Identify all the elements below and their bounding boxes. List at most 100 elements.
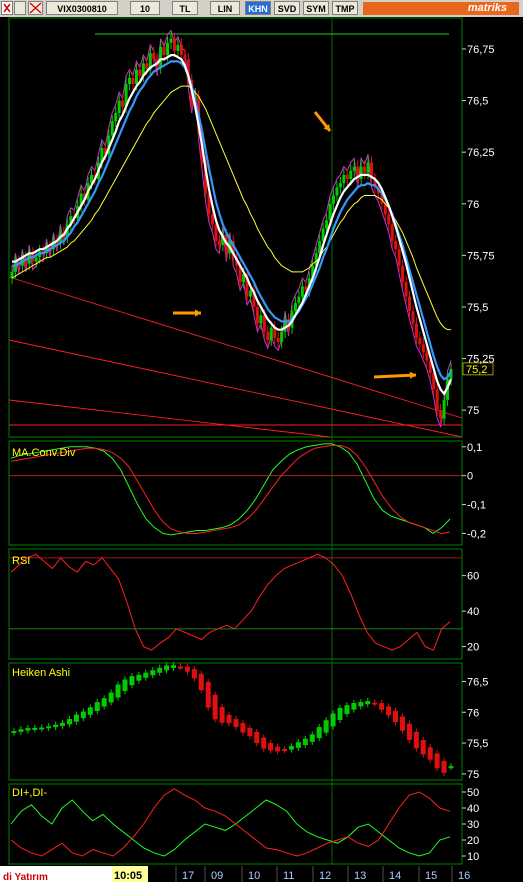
price-axis-tick-label: 76,5 bbox=[467, 96, 488, 108]
price-axis-tick-label: 75,25 bbox=[467, 354, 495, 366]
candle bbox=[266, 331, 270, 340]
ha-candle bbox=[288, 746, 294, 750]
candle bbox=[425, 352, 429, 361]
candle bbox=[390, 224, 394, 241]
price-axis-tick-label: 76,25 bbox=[467, 147, 495, 159]
candle bbox=[162, 46, 166, 56]
ha-candle bbox=[413, 731, 419, 749]
candle bbox=[342, 174, 346, 184]
ha-candle bbox=[372, 702, 378, 705]
ha-candle bbox=[101, 698, 107, 707]
macd-axis-tick-label: -0,2 bbox=[467, 528, 486, 540]
candle bbox=[259, 315, 263, 324]
candle bbox=[338, 183, 342, 188]
candle bbox=[418, 337, 422, 345]
ha-candle bbox=[309, 734, 315, 742]
x-tick-label: 17 bbox=[182, 870, 194, 882]
ha-candle bbox=[11, 731, 17, 734]
candle bbox=[280, 331, 284, 343]
candle bbox=[138, 69, 142, 76]
candle bbox=[183, 55, 187, 60]
macd-title: MA.Conv.Div bbox=[12, 447, 76, 459]
candle bbox=[401, 265, 405, 283]
candle bbox=[121, 100, 125, 107]
candle bbox=[262, 315, 266, 332]
candle bbox=[352, 166, 356, 171]
ha-candle bbox=[136, 674, 142, 681]
ha-candle bbox=[108, 692, 114, 703]
chart-canvas[interactable]: 75,2 76,75 76,5 76,25 76 75,75 75,5 75,25 75 0,1 0… bbox=[0, 0, 523, 882]
ha-candle bbox=[302, 738, 308, 745]
candle bbox=[328, 203, 332, 221]
ha-candle bbox=[365, 701, 371, 705]
ha-candle bbox=[268, 743, 274, 751]
time-label: 10:05 bbox=[114, 870, 142, 882]
candle bbox=[169, 38, 173, 43]
price-axis-tick-label: 76 bbox=[467, 199, 479, 211]
ha-candle bbox=[427, 747, 433, 760]
ha-candle bbox=[18, 729, 24, 732]
candle bbox=[359, 166, 363, 179]
ha-candle bbox=[73, 714, 79, 722]
ha-candle bbox=[143, 672, 149, 678]
price-axis-tick-label: 75 bbox=[467, 405, 479, 417]
candle bbox=[255, 306, 259, 324]
candle bbox=[172, 38, 176, 52]
ha-candle bbox=[330, 713, 336, 727]
ha-candle bbox=[316, 727, 322, 739]
rsi-axis-tick-label: 40 bbox=[467, 606, 479, 618]
ha-candle bbox=[247, 727, 253, 737]
x-tick-label: 10 bbox=[248, 870, 260, 882]
ha-axis-tick-label: 76,5 bbox=[467, 676, 488, 688]
candle bbox=[176, 44, 180, 52]
rsi-title: RSI bbox=[12, 555, 30, 567]
ha-candle bbox=[115, 684, 121, 698]
candle bbox=[128, 77, 132, 85]
footer-text: di Yatırım bbox=[3, 872, 48, 882]
x-tick-label: 13 bbox=[354, 870, 366, 882]
ha-candle bbox=[448, 766, 454, 769]
ha-candle bbox=[46, 726, 52, 729]
dmi-axis-tick-label: 10 bbox=[467, 851, 479, 863]
ha-candle bbox=[233, 719, 239, 728]
candle bbox=[145, 63, 149, 70]
candle bbox=[134, 69, 138, 85]
candle bbox=[387, 214, 391, 225]
x-tick-label: 14 bbox=[389, 870, 401, 882]
candle bbox=[159, 46, 163, 68]
x-tick-label: 15 bbox=[425, 870, 437, 882]
x-tick-label: 16 bbox=[458, 870, 470, 882]
ha-candle bbox=[393, 710, 399, 723]
price-axis-tick-label: 76,75 bbox=[467, 44, 495, 56]
ha-axis-tick-label: 75 bbox=[467, 769, 479, 781]
candle bbox=[397, 249, 401, 266]
candle bbox=[345, 174, 349, 179]
dmi-axis-tick-label: 30 bbox=[467, 819, 479, 831]
dmi-axis-tick-label: 40 bbox=[467, 803, 479, 815]
candle bbox=[349, 170, 353, 179]
x-tick-label: 12 bbox=[319, 870, 331, 882]
candle bbox=[404, 282, 408, 297]
ha-candle bbox=[441, 760, 447, 773]
ha-candle bbox=[358, 702, 364, 707]
ha-candle bbox=[399, 716, 405, 731]
candle bbox=[217, 240, 221, 246]
candle bbox=[179, 44, 183, 56]
ha-candle bbox=[344, 705, 350, 714]
macd-axis-tick-label: 0 bbox=[467, 471, 473, 483]
candle bbox=[366, 162, 370, 173]
rsi-axis-tick-label: 20 bbox=[467, 642, 479, 654]
candle bbox=[300, 286, 304, 297]
x-tick-label: 09 bbox=[211, 870, 223, 882]
candle bbox=[131, 77, 135, 85]
ha-candle bbox=[87, 707, 93, 715]
candle bbox=[442, 399, 446, 419]
ha-candle bbox=[129, 676, 135, 686]
ha-candle bbox=[219, 707, 225, 723]
ha-candle bbox=[406, 723, 412, 740]
candle bbox=[435, 389, 439, 411]
ha-candle bbox=[66, 719, 72, 725]
candle bbox=[117, 100, 121, 113]
ha-candle bbox=[295, 742, 301, 748]
candle bbox=[439, 410, 443, 419]
